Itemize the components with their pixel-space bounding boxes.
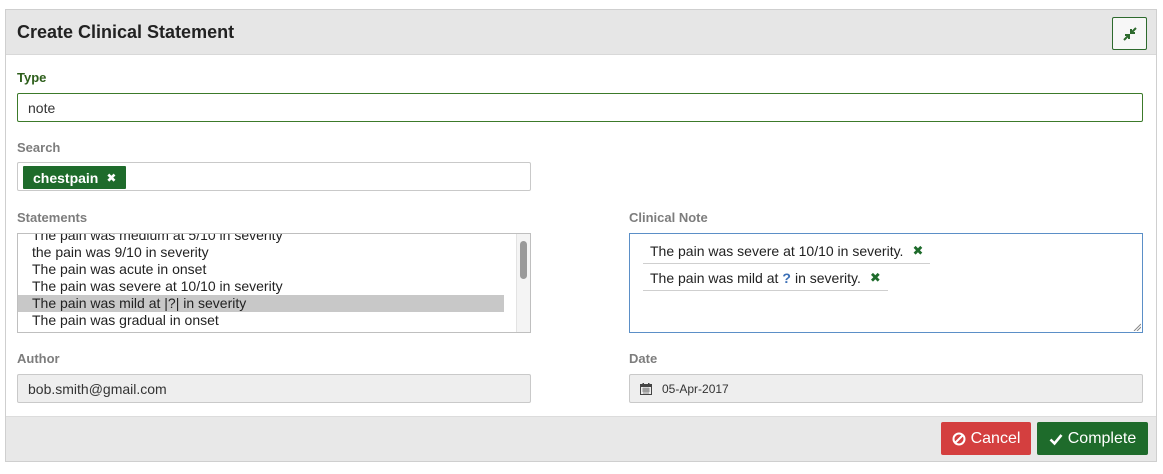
statements-list[interactable]: The pain was medium at 5/10 in severity t… bbox=[17, 233, 531, 333]
clinical-note-label: Clinical Note bbox=[629, 210, 708, 225]
statement-item[interactable]: The pain was medium at 5/10 in severity bbox=[18, 234, 504, 244]
search-label: Search bbox=[17, 140, 61, 155]
statements-label: Statements bbox=[17, 210, 88, 225]
date-value: 05-Apr-2017 bbox=[662, 381, 729, 396]
statement-item[interactable]: The pain was severe at 10/10 in severity bbox=[18, 278, 504, 295]
date-label: Date bbox=[629, 351, 658, 366]
note-placeholder[interactable]: ? bbox=[782, 270, 791, 286]
search-input[interactable]: chestpain ✖ bbox=[17, 162, 531, 191]
note-line: The pain was severe at 10/10 in severity… bbox=[643, 238, 931, 264]
calendar-icon bbox=[640, 382, 652, 395]
collapse-button[interactable] bbox=[1112, 17, 1147, 50]
scrollbar-thumb[interactable] bbox=[520, 241, 527, 279]
dialog-header: Create Clinical Statement bbox=[6, 10, 1156, 55]
note-line: The pain was mild at ? in severity. ✖ bbox=[643, 265, 888, 291]
note-line-text-after: in severity. bbox=[794, 269, 861, 286]
dialog-footer: Cancel Complete bbox=[6, 416, 1156, 461]
dialog-title: Create Clinical Statement bbox=[17, 22, 235, 42]
times-icon[interactable]: ✖ bbox=[106, 171, 116, 185]
type-label: Type bbox=[17, 70, 47, 85]
statements-items: The pain was medium at 5/10 in severity t… bbox=[18, 234, 504, 332]
cancel-button-label: Cancel bbox=[970, 429, 1021, 447]
create-clinical-statement-dialog: Create Clinical Statement Type note Sear… bbox=[5, 9, 1157, 462]
statement-item[interactable]: the pain was 9/10 in severity bbox=[18, 244, 504, 261]
statement-item[interactable]: The pain was gradual in onset bbox=[18, 312, 504, 329]
statement-item[interactable]: The pain was mild at |?| in severity bbox=[18, 295, 504, 312]
check-icon bbox=[1049, 433, 1063, 445]
statement-item[interactable]: The pain was acute in onset bbox=[18, 261, 504, 278]
note-line-text: The pain was mild at bbox=[650, 269, 779, 286]
ban-icon bbox=[952, 432, 966, 445]
clinical-note-area[interactable]: The pain was severe at 10/10 in severity… bbox=[629, 233, 1143, 333]
date-field[interactable]: 05-Apr-2017 bbox=[629, 374, 1143, 403]
search-tag-chestpain: chestpain ✖ bbox=[23, 166, 127, 189]
search-tag-label: chestpain bbox=[33, 169, 99, 186]
complete-button-label: Complete bbox=[1067, 429, 1137, 447]
type-input[interactable]: note bbox=[17, 93, 1143, 122]
note-line-text: The pain was severe at 10/10 in severity… bbox=[650, 242, 904, 259]
cancel-button[interactable]: Cancel bbox=[941, 422, 1031, 455]
statement-item[interactable]: The chest pain radiated to the neck bbox=[18, 329, 504, 332]
resize-handle-icon[interactable] bbox=[1133, 323, 1141, 331]
statements-scrollbar[interactable] bbox=[516, 234, 530, 332]
times-icon[interactable]: ✖ bbox=[912, 243, 923, 259]
author-label: Author bbox=[17, 351, 60, 366]
author-field: bob.smith@gmail.com bbox=[17, 374, 531, 403]
complete-button[interactable]: Complete bbox=[1037, 422, 1148, 455]
compress-arrows-icon bbox=[1122, 26, 1137, 41]
times-icon[interactable]: ✖ bbox=[870, 270, 881, 286]
